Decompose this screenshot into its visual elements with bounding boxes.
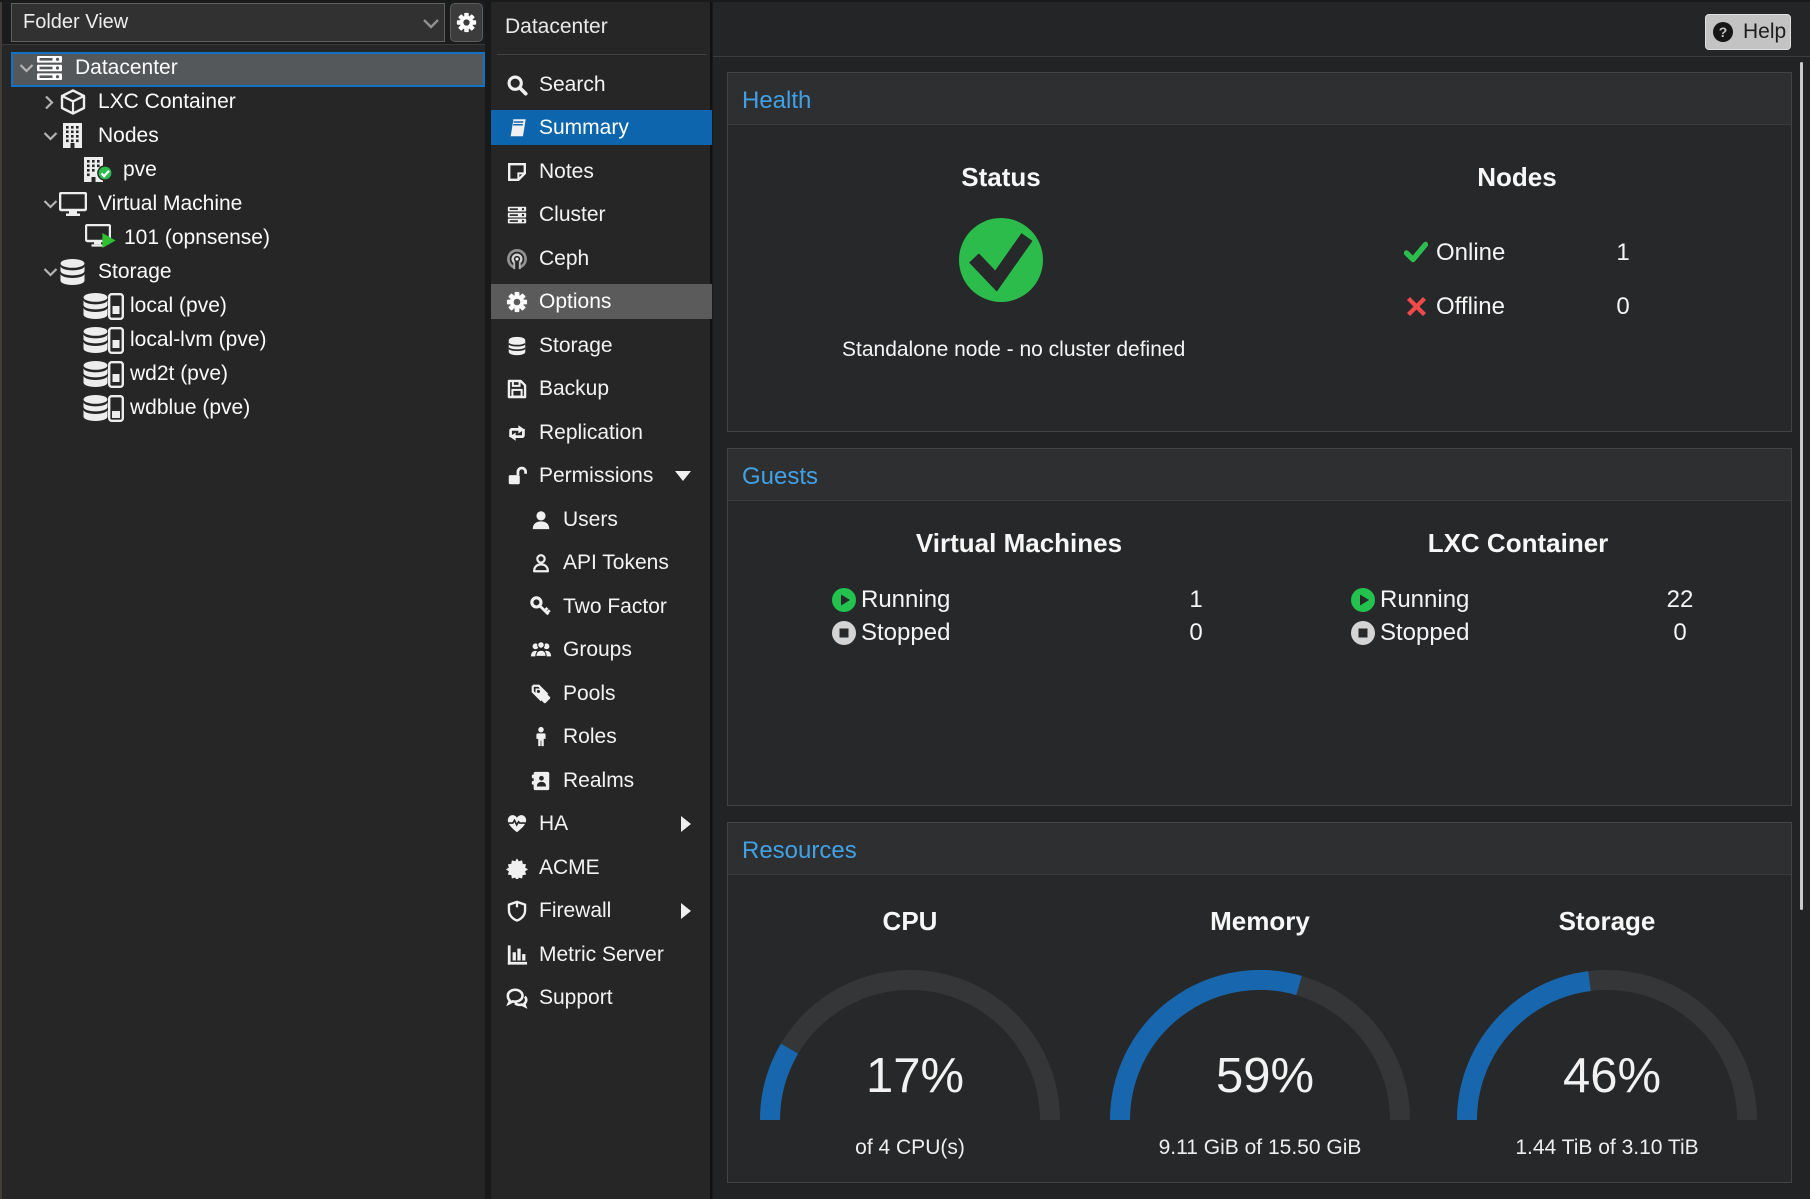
- svg-text:?: ?: [1719, 24, 1728, 40]
